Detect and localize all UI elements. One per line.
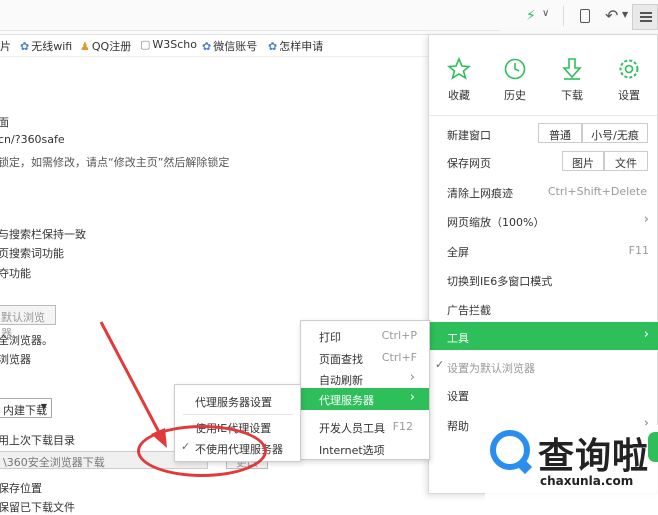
- settings-shortcut[interactable]: 设置: [601, 57, 657, 103]
- phone-icon[interactable]: [580, 9, 590, 23]
- tools-proxy[interactable]: 代理服务器 ›: [301, 388, 429, 410]
- chevron-down-icon[interactable]: ▼: [622, 10, 628, 19]
- set-default-browser-button[interactable]: 默认浏览器: [0, 305, 56, 340]
- page-text[interactable]: 页搜索词功能: [0, 245, 64, 261]
- favorite-item[interactable]: ✿ 微信账号: [202, 38, 257, 54]
- paw-icon: ✿: [268, 40, 278, 53]
- watermark-url: chaxunla.com: [540, 474, 634, 488]
- history-shortcut[interactable]: 历史: [487, 57, 543, 103]
- menu-fullscreen[interactable]: 全屏 F11: [429, 239, 658, 263]
- page-text[interactable]: 用上次下载目录: [0, 432, 75, 448]
- paw-icon: ✿: [202, 40, 212, 53]
- chevron-right-icon: ›: [643, 327, 649, 342]
- page-icon: ▢: [140, 38, 151, 51]
- page-text[interactable]: 保留已下载文件: [0, 499, 75, 515]
- check-icon: ✓: [435, 358, 445, 371]
- watermark-text: 查询啦: [538, 435, 650, 477]
- menu-tools[interactable]: 工具 ›: [429, 322, 658, 350]
- downloads-shortcut[interactable]: 下载: [544, 57, 600, 103]
- save-page-file-button[interactable]: 文件: [604, 151, 648, 171]
- annotation-oval: [137, 425, 267, 477]
- chevron-right-icon: ›: [643, 212, 649, 227]
- page-text[interactable]: 与搜索栏保持一致: [0, 226, 86, 242]
- menu-set-default-browser[interactable]: ✓ 设置为默认浏览器: [429, 355, 658, 379]
- page-text: 面: [0, 116, 9, 129]
- side-float-icon[interactable]: [648, 432, 658, 462]
- chevron-down-icon[interactable]: ∨: [542, 8, 549, 19]
- new-window-incognito-button[interactable]: 小号/无痕: [582, 123, 648, 143]
- favorites-bar: 片 ✿ 无线wifi ♟ QQ注册 ▢ W3Scho ✿ 微信账号 ✿ 怎样申请: [0, 34, 430, 57]
- gear-icon: [619, 59, 639, 79]
- tools-submenu: 打印 Ctrl+P 页面查找 Ctrl+F 自动刷新 › 代理服务器 › 开发人员工具 F…: [300, 320, 430, 460]
- page-text: 全浏览器。: [0, 334, 53, 347]
- bolt-icon[interactable]: ⚡: [526, 8, 536, 24]
- homepage-lock-note: 锁定，如需修改，请点“修改主页”然后解除锁定: [0, 156, 230, 169]
- page-text[interactable]: 浏览器: [0, 351, 31, 367]
- chevron-right-icon: ›: [409, 390, 415, 405]
- menu-new-window: 新建窗口 普通 小号/无痕: [429, 122, 658, 146]
- new-window-normal-button[interactable]: 普通: [538, 123, 582, 143]
- address-bar[interactable]: [0, 2, 500, 31]
- tools-internet-options[interactable]: Internet选项: [301, 438, 429, 460]
- dropdown-arrow-icon: ▼: [40, 402, 47, 411]
- homepage-url: cn/?360safe: [0, 133, 65, 146]
- main-menu-button[interactable]: [632, 4, 658, 30]
- favorite-item[interactable]: ♟ QQ注册: [80, 38, 131, 54]
- tools-auto-refresh[interactable]: 自动刷新 ›: [301, 368, 429, 390]
- chevron-right-icon: ›: [409, 370, 415, 385]
- paw-icon: ✿: [20, 40, 30, 53]
- download-tool-select[interactable]: 内建下载 ▼: [0, 398, 52, 418]
- favorite-item[interactable]: 片: [0, 38, 11, 54]
- star-icon: [447, 57, 471, 80]
- browser-toolbar: ⚡ ∨ ↶ ▼: [0, 0, 658, 35]
- favorites-shortcut[interactable]: 收藏: [431, 57, 487, 103]
- menu-zoom[interactable]: 网页缩放（100%） ›: [429, 209, 658, 233]
- menu-ie6-mode[interactable]: 切换到IE6多窗口模式: [429, 268, 658, 292]
- tools-devtools[interactable]: 开发人员工具 F12: [301, 416, 429, 438]
- clock-icon: [504, 58, 526, 80]
- menu-settings[interactable]: 设置: [429, 383, 658, 407]
- undo-icon[interactable]: ↶: [605, 6, 618, 25]
- menu-divider: [429, 115, 658, 116]
- favorite-item[interactable]: ✿ 怎样申请: [268, 38, 323, 54]
- toolbar-divider: [563, 6, 564, 26]
- menu-divider: [183, 414, 293, 415]
- save-page-image-button[interactable]: 图片: [562, 151, 604, 171]
- qq-icon: ♟: [80, 40, 90, 53]
- proxy-settings[interactable]: 代理服务器设置: [175, 390, 300, 412]
- menu-save-page: 保存网页 图片 文件: [429, 150, 658, 174]
- favorite-item[interactable]: ▢ W3Scho: [140, 38, 197, 51]
- page-text[interactable]: 夺功能: [0, 265, 31, 281]
- menu-clear-traces[interactable]: 清除上网痕迹 Ctrl+Shift+Delete: [429, 180, 658, 204]
- page-text[interactable]: 保存位置: [0, 480, 42, 496]
- tools-print[interactable]: 打印 Ctrl+P: [301, 325, 429, 347]
- tools-find[interactable]: 页面查找 Ctrl+F: [301, 347, 429, 369]
- download-icon: [562, 58, 582, 80]
- favorite-item[interactable]: ✿ 无线wifi: [20, 38, 72, 54]
- menu-ad-block[interactable]: 广告拦截: [429, 297, 658, 321]
